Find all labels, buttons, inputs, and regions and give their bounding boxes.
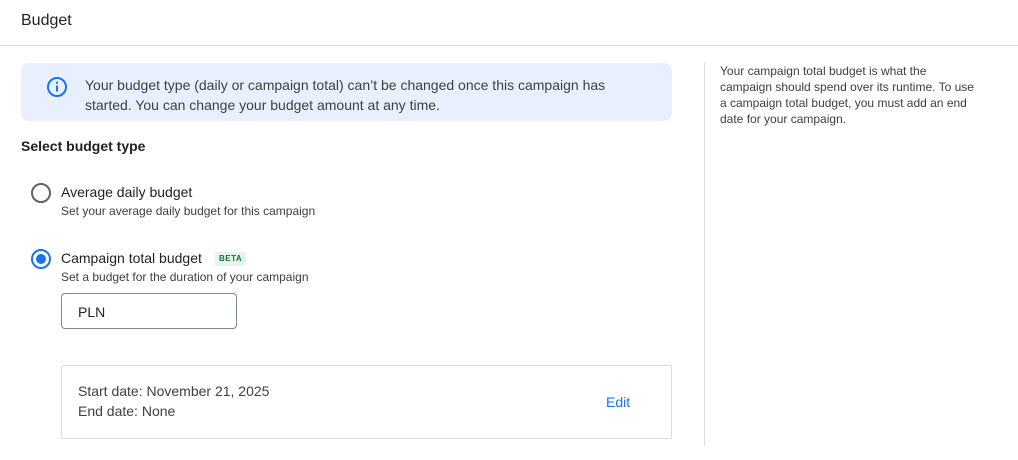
help-line2: campaign should spend over its runtime. …	[720, 80, 974, 94]
section-header: Budget	[0, 0, 1018, 46]
vertical-divider	[704, 63, 705, 446]
help-line1: Your campaign total budget is what the	[720, 64, 927, 78]
budget-type-heading: Select budget type	[21, 138, 146, 154]
help-line4: date for your campaign.	[720, 112, 847, 126]
end-date-text: End date: None	[78, 403, 176, 419]
help-line3: a campaign total budget, you must add an…	[720, 96, 967, 110]
campaign-dates-card: Start date: November 21, 2025 End date: …	[61, 365, 672, 439]
page-title: Budget	[21, 12, 72, 29]
average-daily-budget-description: Set your average daily budget for this c…	[61, 204, 316, 218]
edit-dates-button[interactable]: Edit	[606, 394, 630, 410]
campaign-total-budget-radio[interactable]	[31, 249, 51, 269]
campaign-total-budget-label[interactable]: Campaign total budget	[61, 250, 202, 266]
currency-label: PLN	[78, 304, 106, 320]
average-daily-budget-radio[interactable]	[31, 183, 51, 203]
start-date-text: Start date: November 21, 2025	[78, 383, 270, 399]
help-panel-text: Your campaign total budget is what the c…	[720, 63, 1000, 127]
info-icon	[47, 77, 67, 97]
budget-amount-input[interactable]: PLN	[61, 293, 237, 329]
info-banner: Your budget type (daily or campaign tota…	[21, 63, 672, 121]
campaign-total-budget-description: Set a budget for the duration of your ca…	[61, 270, 309, 284]
banner-text-line1: Your budget type (daily or campaign tota…	[85, 77, 606, 93]
beta-badge: BETA	[215, 252, 247, 266]
banner-text-line2: started. You can change your budget amou…	[85, 97, 440, 113]
banner-text: Your budget type (daily or campaign tota…	[85, 75, 645, 115]
average-daily-budget-label[interactable]: Average daily budget	[61, 184, 192, 200]
